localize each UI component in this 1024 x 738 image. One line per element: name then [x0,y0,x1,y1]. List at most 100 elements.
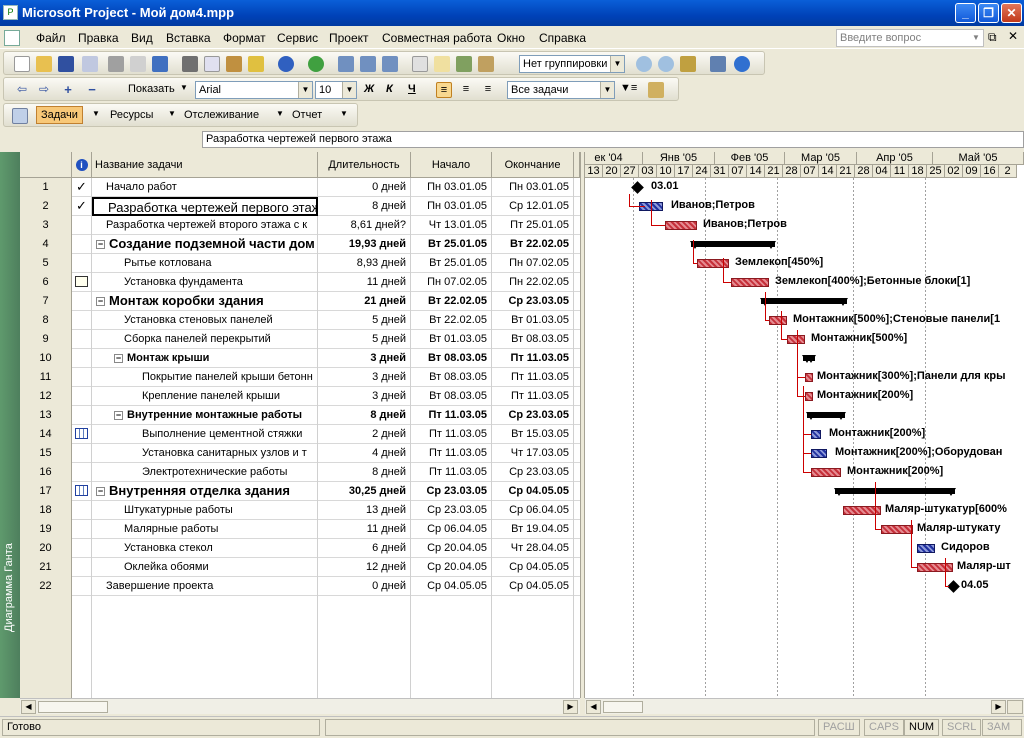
timescale-day[interactable]: 31 [711,165,729,178]
task-name[interactable]: Установка стеновых панелей [92,311,318,330]
task-finish[interactable]: Ср 04.05.05 [492,482,574,501]
chevron-down-icon[interactable]: ▼ [610,56,624,72]
task-name[interactable]: Малярные работы [92,520,318,539]
menu-edit[interactable]: Правка [78,31,119,45]
font-size-select[interactable]: 10 ▼ [315,81,357,99]
autofilter-icon[interactable]: ▼≡ [620,82,637,98]
task-duration[interactable]: 21 дней [318,292,411,311]
gantt-horizontal-scrollbar[interactable]: ◀ ▶ [585,698,1024,714]
task-duration[interactable]: 8 дней [318,406,411,425]
summary-bar[interactable] [806,412,846,420]
task-name[interactable]: − Внутренние монтажные работы [92,406,318,425]
row-id[interactable]: 8 [20,311,72,330]
help-icon[interactable] [734,56,750,72]
task-start[interactable]: Вт 08.03.05 [411,368,492,387]
task-duration[interactable]: 11 дней [318,520,411,539]
align-right-icon[interactable]: ≡ [480,82,496,98]
table-row[interactable]: 19 Малярные работы 11 дней Ср 06.04.05 Вт 19… [20,520,580,539]
row-id[interactable]: 3 [20,216,72,235]
task-finish[interactable]: Чт 17.03.05 [492,444,574,463]
collapse-icon[interactable]: − [96,487,105,497]
task-name[interactable]: − Монтаж коробки здания [92,292,318,311]
table-row[interactable]: 16 Электротехнические работы 8 дней Пт 11.0… [20,463,580,482]
task-start[interactable]: Вт 08.03.05 [411,387,492,406]
task-name[interactable]: − Монтаж крыши [92,349,318,368]
link-tasks-icon[interactable] [338,56,354,72]
task-duration[interactable]: 5 дней [318,311,411,330]
task-duration[interactable]: 5 дней [318,330,411,349]
timescale-day[interactable]: 14 [819,165,837,178]
new-icon[interactable] [14,56,30,72]
table-row[interactable]: 20 Установка стекол 6 дней Ср 20.04.05 Чт 28… [20,539,580,558]
task-duration[interactable]: 30,25 дней [318,482,411,501]
finish-column-header[interactable]: Окончание [492,152,574,178]
task-finish[interactable]: Ср 23.03.05 [492,292,574,311]
cut-icon[interactable] [182,56,198,72]
menu-tools[interactable]: Сервис [277,31,318,45]
task-start[interactable]: Ср 23.03.05 [411,482,492,501]
summary-bar[interactable] [690,241,776,249]
task-name[interactable]: Установка санитарных узлов и т [92,444,318,463]
collapse-icon[interactable]: − [96,240,105,250]
menu-collaborate[interactable]: Совместная работа [382,31,492,45]
table-row[interactable]: 9 Сборка панелей перекрытий 5 дней Вт 01.03… [20,330,580,349]
arrow-left-icon[interactable]: ⇦ [14,82,30,98]
timescale-day[interactable]: 16 [981,165,999,178]
table-row[interactable]: 6 Установка фундамента 11 дней Пн 07.02.05 П… [20,273,580,292]
menu-file[interactable]: Файл [36,31,66,45]
row-id[interactable]: 1 [20,178,72,197]
duration-column-header[interactable]: Длительность [318,152,411,178]
chevron-down-icon[interactable]: ▼ [340,109,348,118]
help-search-input[interactable]: Введите вопрос ▼ [836,29,984,47]
format-painter-icon[interactable] [248,56,264,72]
table-row[interactable]: 1 ✓ Начало работ 0 дней Пн 03.01.05 Пн 03.01.… [20,178,580,197]
chevron-down-icon[interactable]: ▼ [92,109,100,118]
task-name[interactable]: Крепление панелей крыши [92,387,318,406]
task-start[interactable]: Пт 11.03.05 [411,425,492,444]
task-bar[interactable] [731,278,769,287]
zoom-in-icon[interactable] [636,56,652,72]
chevron-down-icon[interactable]: ▼ [180,83,188,92]
timescale-day[interactable]: 18 [909,165,927,178]
row-id[interactable]: 2 [20,197,72,216]
task-start[interactable]: Ср 20.04.05 [411,539,492,558]
task-info-icon[interactable] [412,56,428,72]
timescale-day[interactable]: 04 [873,165,891,178]
print-preview-icon[interactable] [130,56,146,72]
table-row[interactable]: 3 Разработка чертежей второго этажа с к 8,… [20,216,580,235]
task-notes-icon[interactable] [434,56,450,72]
task-start[interactable]: Вт 22.02.05 [411,311,492,330]
hyperlink-globe-icon[interactable] [308,56,324,72]
chevron-down-icon[interactable]: ▼ [342,82,356,98]
task-finish[interactable]: Ср 23.03.05 [492,463,574,482]
task-start[interactable]: Вт 01.03.05 [411,330,492,349]
row-id[interactable]: 7 [20,292,72,311]
task-finish[interactable]: Ср 04.05.05 [492,558,574,577]
row-id[interactable]: 17 [20,482,72,501]
minimize-button[interactable]: _ [955,3,976,23]
restore-doc-icon[interactable]: ⧉ [988,30,997,45]
task-finish[interactable]: Вт 15.03.05 [492,425,574,444]
spelling-icon[interactable] [152,56,168,72]
timescale-day[interactable]: 14 [747,165,765,178]
menu-window[interactable]: Окно [497,31,525,45]
table-row[interactable]: 2 ✓ Разработка чертежей первого этажа 8 дне… [20,197,580,216]
timescale-day[interactable]: 11 [891,165,909,178]
task-finish[interactable]: Вт 01.03.05 [492,311,574,330]
row-id[interactable]: 16 [20,463,72,482]
undo-icon[interactable] [278,56,294,72]
task-name[interactable]: Оклейка обоями [92,558,318,577]
timescale-day[interactable]: 07 [729,165,747,178]
task-bar[interactable] [811,430,821,439]
task-finish[interactable]: Вт 19.04.05 [492,520,574,539]
task-finish[interactable]: Пн 22.02.05 [492,273,574,292]
resources-tab[interactable]: Ресурсы [110,109,153,121]
row-id[interactable]: 19 [20,520,72,539]
task-duration[interactable]: 19,93 дней [318,235,411,254]
table-row[interactable]: 14 Выполнение цементной стяжки 2 дней Пт 11… [20,425,580,444]
table-horizontal-scrollbar[interactable]: ◀ ▶ [20,698,580,714]
row-id[interactable]: 10 [20,349,72,368]
task-start[interactable]: Вт 22.02.05 [411,292,492,311]
save-icon[interactable] [58,56,74,72]
task-duration[interactable]: 8 дней [318,463,411,482]
